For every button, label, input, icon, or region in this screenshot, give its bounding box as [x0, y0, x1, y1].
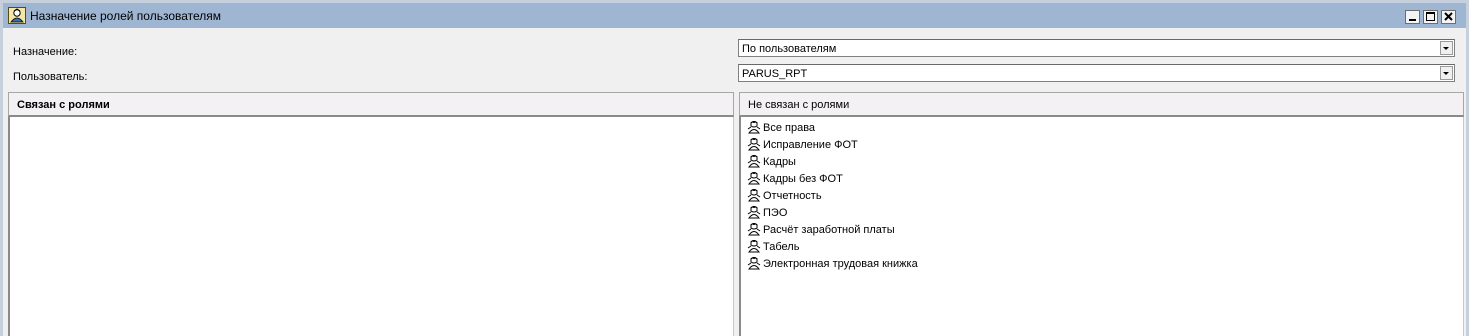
role-person-icon: [747, 121, 761, 134]
unlinked-roles-list[interactable]: Все права Исправление ФОТ Кадры Кадры без Ф…: [739, 117, 1464, 336]
maximize-button[interactable]: [1423, 10, 1438, 24]
unlinked-roles-header[interactable]: Не связан с ролями: [739, 92, 1464, 117]
assignment-label: Назначение:: [13, 46, 78, 58]
list-item-label: Расчёт заработной платы: [763, 224, 895, 236]
role-person-icon: [747, 257, 761, 270]
maximize-icon: [1426, 12, 1435, 21]
assignment-select[interactable]: По пользователям: [738, 39, 1455, 57]
role-person-icon: [747, 155, 761, 168]
assignment-select-value: По пользователям: [742, 43, 837, 55]
close-icon: [1444, 12, 1453, 21]
user-roles-icon: [8, 7, 26, 24]
window-title: Назначение ролей пользователям: [30, 9, 222, 23]
assignment-dropdown-button[interactable]: [1440, 41, 1453, 55]
chevron-down-icon: [1443, 72, 1449, 75]
list-item-label: Исправление ФОТ: [763, 139, 858, 151]
user-dropdown-button[interactable]: [1440, 66, 1453, 80]
role-person-icon: [747, 206, 761, 219]
list-item-label: Электронная трудовая книжка: [763, 258, 918, 270]
linked-roles-title: Связан с ролями: [17, 99, 110, 111]
user-label: Пользователь:: [13, 71, 88, 83]
role-person-icon: [747, 189, 761, 202]
unlinked-roles-title: Не связан с ролями: [748, 99, 850, 111]
user-select[interactable]: PARUS_RPT: [738, 64, 1455, 82]
list-item-label: Все права: [763, 122, 816, 134]
title-bar[interactable]: Назначение ролей пользователям: [3, 3, 1466, 28]
user-select-value: PARUS_RPT: [742, 68, 808, 80]
list-item-label: Табель: [763, 241, 800, 253]
close-button[interactable]: [1441, 10, 1456, 24]
list-item-label: Отчетность: [763, 190, 822, 202]
role-person-icon: [747, 223, 761, 236]
minimize-button[interactable]: [1405, 10, 1420, 24]
role-person-icon: [747, 240, 761, 253]
chevron-down-icon: [1443, 47, 1449, 50]
linked-roles-header[interactable]: Связан с ролями: [8, 92, 734, 117]
role-person-icon: [747, 172, 761, 185]
list-item-label: ПЭО: [763, 207, 788, 219]
role-person-icon: [747, 138, 761, 151]
list-item-label: Кадры: [763, 156, 796, 168]
linked-roles-list[interactable]: [8, 117, 734, 336]
minimize-icon: [1409, 19, 1416, 21]
list-item-label: Кадры без ФОТ: [763, 173, 843, 185]
